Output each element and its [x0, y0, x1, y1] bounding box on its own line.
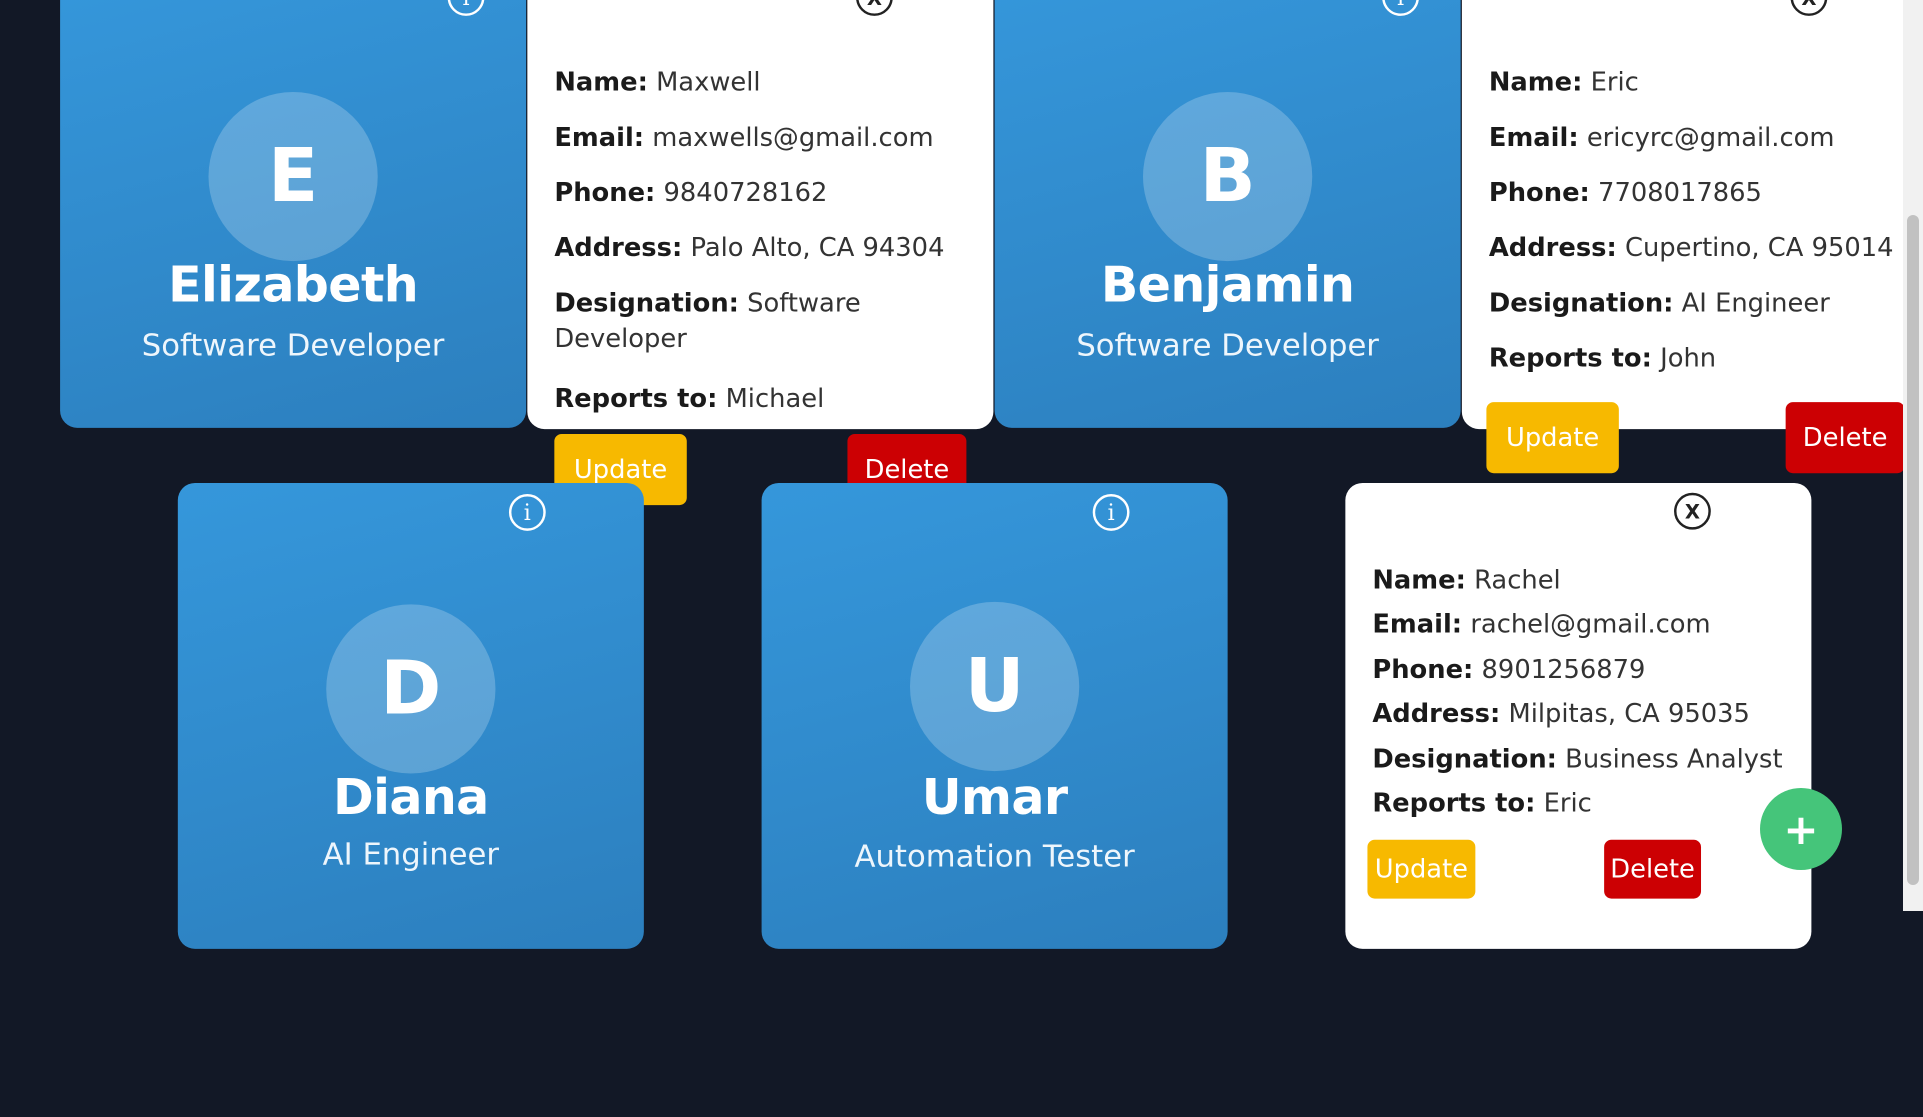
update-button[interactable]: Update: [1367, 839, 1476, 899]
employee-details-maxwell: X Name: Maxwell Email: maxwells@gmail.co…: [527, 0, 994, 506]
employee-name: Diana: [333, 769, 489, 827]
detail-name: Name: Rachel: [1372, 565, 1561, 595]
avatar: U: [909, 601, 1080, 772]
info-icon[interactable]: i: [1382, 0, 1419, 16]
employee-card-umar: i U Umar Automation Tester: [761, 483, 1228, 949]
detail-name: Name: Eric: [1488, 67, 1639, 97]
employee-role: Software Developer: [1076, 327, 1379, 363]
employee-role: Software Developer: [141, 327, 445, 363]
detail-name: Name: Maxwell: [554, 67, 761, 97]
detail-email: Email: maxwells@gmail.com: [554, 122, 934, 153]
detail-phone: Phone: 8901256879: [1372, 654, 1646, 685]
info-icon[interactable]: i: [508, 494, 546, 531]
close-icon[interactable]: X: [856, 0, 893, 16]
plus-icon: +: [1783, 804, 1819, 854]
employee-details-eric: X Name: Eric Email: ericyrc@gmail.com Ph…: [1461, 0, 1923, 474]
detail-phone: Phone: 9840728162: [554, 177, 828, 208]
update-button[interactable]: Update: [1486, 402, 1619, 474]
employee-name: Elizabeth: [168, 257, 419, 314]
detail-address: Address: Cupertino, CA 95014: [1488, 232, 1894, 263]
detail-reports-to: Reports to: Eric: [1372, 788, 1592, 818]
employee-card-elizabeth: i E Elizabeth Software Developer: [60, 0, 527, 428]
detail-email: Email: rachel@gmail.com: [1372, 609, 1711, 639]
detail-designation: Designation: Software Developer: [554, 288, 861, 354]
employee-details-rachel: X Name: Rachel Email: rachel@gmail.com P…: [1345, 483, 1812, 949]
detail-reports-to: Reports to: John: [1488, 343, 1717, 373]
close-icon[interactable]: X: [1674, 492, 1711, 530]
avatar: E: [208, 91, 378, 262]
employee-card-benjamin: i B Benjamin Software Developer: [994, 0, 1461, 428]
delete-button[interactable]: Delete: [1785, 402, 1905, 474]
detail-designation: Designation: AI Engineer: [1488, 288, 1830, 318]
close-icon[interactable]: X: [1790, 0, 1828, 16]
employee-card-diana: i D Diana AI Engineer: [177, 483, 644, 949]
employee-name: Benjamin: [1100, 257, 1355, 314]
info-icon[interactable]: i: [1092, 494, 1130, 531]
scrollbar-thumb[interactable]: [1907, 215, 1919, 885]
avatar: B: [1143, 91, 1313, 262]
detail-reports-to: Reports to: Michael: [554, 383, 825, 414]
detail-address: Address: Palo Alto, CA 94304: [554, 232, 945, 263]
detail-address: Address: Milpitas, CA 95035: [1372, 698, 1750, 729]
add-employee-button[interactable]: +: [1760, 788, 1842, 870]
info-icon[interactable]: i: [447, 0, 485, 16]
avatar: D: [326, 604, 496, 774]
employee-role: Automation Tester: [854, 838, 1135, 875]
employee-name: Umar: [921, 769, 1068, 827]
detail-phone: Phone: 7708017865: [1488, 177, 1762, 208]
vertical-scrollbar[interactable]: [1903, 0, 1923, 911]
delete-button[interactable]: Delete: [1604, 839, 1702, 899]
employee-role: AI Engineer: [322, 836, 499, 872]
detail-email: Email: ericyrc@gmail.com: [1488, 122, 1835, 153]
detail-designation: Designation: Business Analyst: [1372, 744, 1783, 774]
